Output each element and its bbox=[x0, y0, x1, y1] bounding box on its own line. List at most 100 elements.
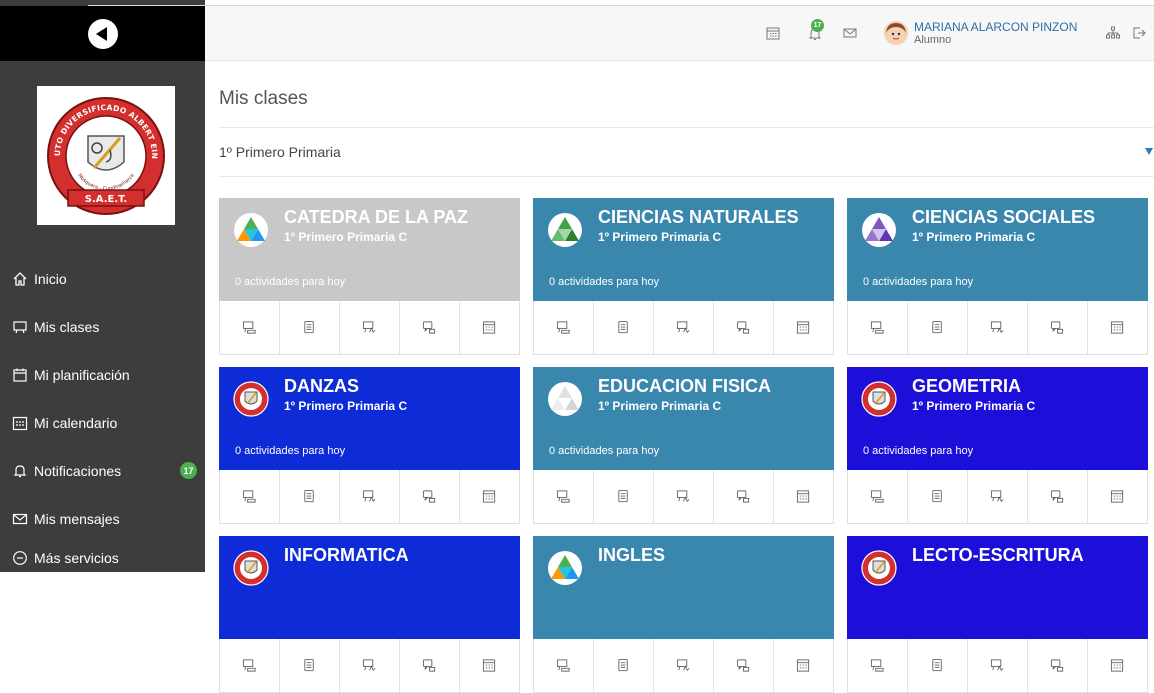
chat-button[interactable] bbox=[1028, 639, 1088, 692]
board-button[interactable] bbox=[220, 470, 280, 523]
document-button[interactable] bbox=[908, 470, 968, 523]
calendar-button[interactable] bbox=[774, 470, 833, 523]
class-card-header[interactable]: INFORMATICA bbox=[219, 536, 520, 639]
class-card-header[interactable]: EDUCACION FISICA 1º Primero Primaria C 0 a… bbox=[533, 367, 834, 470]
sidebar-item-mi-calendario[interactable]: Mi calendario bbox=[0, 399, 205, 447]
board-button[interactable] bbox=[534, 470, 594, 523]
sidebar-toggle-button[interactable] bbox=[0, 6, 205, 61]
calendar-button[interactable] bbox=[460, 301, 519, 354]
home-icon bbox=[12, 271, 28, 287]
document-button[interactable] bbox=[280, 301, 340, 354]
class-card-header[interactable]: CATEDRA DE LA PAZ 1º Primero Primaria C 0 … bbox=[219, 198, 520, 301]
presentation-button[interactable] bbox=[654, 301, 714, 354]
board-button[interactable] bbox=[534, 301, 594, 354]
class-card-header[interactable]: LECTO-ESCRITURA bbox=[847, 536, 1148, 639]
class-card-actions bbox=[534, 301, 833, 354]
chat-button[interactable] bbox=[400, 301, 460, 354]
class-card-header[interactable]: DANZAS 1º Primero Primaria C 0 actividades… bbox=[219, 367, 520, 470]
sidebar-item-label: Más servicios bbox=[34, 550, 119, 566]
calendar-button[interactable] bbox=[460, 470, 519, 523]
board-icon bbox=[870, 659, 884, 672]
grade-select[interactable]: 1º Primero Primaria bbox=[219, 144, 1154, 164]
sitemap-icon[interactable] bbox=[1105, 25, 1121, 41]
chat-button[interactable] bbox=[1028, 301, 1088, 354]
class-name: CIENCIAS SOCIALES bbox=[912, 207, 1096, 227]
calendar-icon[interactable] bbox=[765, 25, 781, 41]
board-button[interactable] bbox=[534, 639, 594, 692]
class-card: CIENCIAS SOCIALES 1º Primero Primaria C 0 … bbox=[847, 198, 1148, 355]
calendar-button[interactable] bbox=[774, 301, 833, 354]
calendar-icon bbox=[1110, 321, 1124, 334]
calendar-icon bbox=[1110, 490, 1124, 503]
sidebar-item-label: Inicio bbox=[34, 271, 67, 287]
chat-button[interactable] bbox=[1028, 470, 1088, 523]
board-button[interactable] bbox=[848, 301, 908, 354]
document-button[interactable] bbox=[280, 470, 340, 523]
chat-icon bbox=[1050, 490, 1064, 503]
activities-today: 0 actividades para hoy bbox=[863, 445, 974, 457]
sidebar-item-mas-servicios[interactable]: Más servicios bbox=[0, 543, 205, 573]
document-button[interactable] bbox=[280, 639, 340, 692]
board-button[interactable] bbox=[220, 639, 280, 692]
chat-button[interactable] bbox=[714, 470, 774, 523]
document-button[interactable] bbox=[594, 639, 654, 692]
activities-today: 0 actividades para hoy bbox=[235, 276, 346, 288]
class-card: INGLES bbox=[533, 536, 834, 693]
class-card: GEOMETRIA 1º Primero Primaria C 0 activida… bbox=[847, 367, 1148, 524]
triangle-multicolor-icon bbox=[233, 212, 269, 248]
board-button[interactable] bbox=[220, 301, 280, 354]
board-button[interactable] bbox=[848, 470, 908, 523]
presentation-icon bbox=[990, 490, 1004, 502]
class-card-header[interactable]: CIENCIAS NATURALES 1º Primero Primaria C 0… bbox=[533, 198, 834, 301]
calendar-button[interactable] bbox=[460, 639, 519, 692]
sidebar-item-label: Mis clases bbox=[34, 319, 100, 335]
calendar-button[interactable] bbox=[1088, 639, 1147, 692]
class-card-header[interactable]: INGLES bbox=[533, 536, 834, 639]
avatar[interactable] bbox=[884, 21, 908, 45]
document-button[interactable] bbox=[594, 301, 654, 354]
class-card: CIENCIAS NATURALES 1º Primero Primaria C 0… bbox=[533, 198, 834, 355]
sidebar-item-notificaciones[interactable]: Notificaciones 17 bbox=[0, 447, 205, 495]
presentation-button[interactable] bbox=[340, 639, 400, 692]
top-bar: 17 MARIANA ALARCON PINZON Alumno bbox=[205, 6, 1154, 61]
sidebar-item-mis-clases[interactable]: Mis clases bbox=[0, 303, 205, 351]
presentation-button[interactable] bbox=[654, 639, 714, 692]
calendar-button[interactable] bbox=[1088, 301, 1147, 354]
document-button[interactable] bbox=[908, 301, 968, 354]
presentation-button[interactable] bbox=[968, 470, 1028, 523]
document-button[interactable] bbox=[594, 470, 654, 523]
calendar-button[interactable] bbox=[774, 639, 833, 692]
bell-icon bbox=[12, 463, 28, 479]
chat-button[interactable] bbox=[400, 639, 460, 692]
logout-icon[interactable] bbox=[1131, 25, 1147, 41]
chat-button[interactable] bbox=[714, 639, 774, 692]
sidebar-item-label: Mis mensajes bbox=[34, 511, 120, 527]
presentation-button[interactable] bbox=[968, 639, 1028, 692]
calendar-icon bbox=[12, 415, 28, 431]
chat-button[interactable] bbox=[714, 301, 774, 354]
presentation-button[interactable] bbox=[340, 470, 400, 523]
sidebar-item-mis-mensajes[interactable]: Mis mensajes bbox=[0, 495, 205, 543]
class-card-header[interactable]: CIENCIAS SOCIALES 1º Primero Primaria C 0 … bbox=[847, 198, 1148, 301]
sidebar-item-inicio[interactable]: Inicio bbox=[0, 255, 205, 303]
presentation-button[interactable] bbox=[340, 301, 400, 354]
mail-icon[interactable] bbox=[842, 25, 858, 41]
seal-banner-text: S.A.E.T. bbox=[85, 194, 127, 205]
chat-icon bbox=[1050, 321, 1064, 334]
chat-button[interactable] bbox=[400, 470, 460, 523]
calendar-icon bbox=[482, 659, 496, 672]
class-card: EDUCACION FISICA 1º Primero Primaria C 0 a… bbox=[533, 367, 834, 524]
activities-today: 0 actividades para hoy bbox=[863, 276, 974, 288]
triangle-white-icon bbox=[547, 381, 583, 417]
board-button[interactable] bbox=[848, 639, 908, 692]
presentation-button[interactable] bbox=[968, 301, 1028, 354]
user-name[interactable]: MARIANA ALARCON PINZON bbox=[914, 20, 1077, 34]
class-card-actions bbox=[220, 470, 519, 523]
class-card-actions bbox=[220, 639, 519, 692]
sidebar-item-mi-planificacion[interactable]: Mi planificación bbox=[0, 351, 205, 399]
calendar-button[interactable] bbox=[1088, 470, 1147, 523]
document-button[interactable] bbox=[908, 639, 968, 692]
classes-icon bbox=[12, 319, 28, 335]
class-card-header[interactable]: GEOMETRIA 1º Primero Primaria C 0 activida… bbox=[847, 367, 1148, 470]
presentation-button[interactable] bbox=[654, 470, 714, 523]
